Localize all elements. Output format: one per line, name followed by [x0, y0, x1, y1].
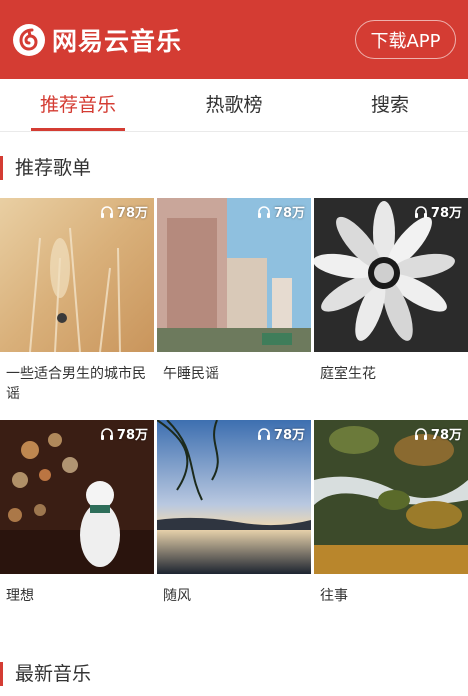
- playlist-title: 理想: [6, 588, 34, 604]
- play-count-text: 78万: [273, 206, 305, 221]
- headphones-icon: [414, 428, 427, 440]
- play-count-text: 78万: [116, 206, 148, 221]
- playlist-card[interactable]: 78万 庭室生花: [314, 198, 468, 384]
- headphones-icon: [100, 428, 113, 440]
- play-count: 78万: [100, 202, 148, 221]
- section-title-recommended: 推荐歌单: [0, 156, 91, 180]
- playlist-title: 庭室生花: [320, 366, 376, 382]
- logo[interactable]: 网易云音乐: [12, 20, 182, 60]
- playlist-title: 午睡民谣: [163, 366, 219, 382]
- playlist-card[interactable]: 78万 一些适合男生的城市民谣: [0, 198, 154, 404]
- playlist-title: 往事: [320, 588, 348, 604]
- playlist-cover: 78万: [157, 198, 311, 352]
- play-count: 78万: [257, 424, 305, 443]
- headphones-icon: [257, 206, 270, 218]
- play-count: 78万: [257, 202, 305, 221]
- section-title-newest: 最新音乐: [0, 662, 91, 686]
- playlist-cover: 78万: [314, 420, 468, 574]
- tab-recommended-music[interactable]: 推荐音乐: [0, 79, 156, 131]
- play-count: 78万: [414, 202, 462, 221]
- playlist-card[interactable]: 78万 午睡民谣: [157, 198, 311, 384]
- playlist-cover-image: [0, 420, 154, 574]
- playlist-card[interactable]: 78万 往事: [314, 420, 468, 606]
- logo-text: 网易云音乐: [52, 27, 183, 56]
- play-count-text: 78万: [430, 428, 462, 443]
- playlist-title: 随风: [163, 588, 191, 604]
- playlist-cover-image: [314, 198, 468, 352]
- playlist-title: 一些适合男生的城市民谣: [6, 366, 146, 402]
- playlist-cover: 78万: [0, 420, 154, 574]
- tab-search[interactable]: 搜索: [312, 79, 468, 131]
- playlist-cover-image: [157, 198, 311, 352]
- playlist-cover-image: [157, 420, 311, 574]
- play-count-text: 78万: [430, 206, 462, 221]
- play-count-text: 78万: [116, 428, 148, 443]
- playlist-cover-image: [0, 198, 154, 352]
- headphones-icon: [100, 206, 113, 218]
- app-header: 网易云音乐 下载APP: [0, 0, 468, 79]
- nav-tabs: 推荐音乐 热歌榜 搜索: [0, 79, 468, 132]
- playlist-cover: 78万: [157, 420, 311, 574]
- playlist-cover-image: [314, 420, 468, 574]
- play-count-text: 78万: [273, 428, 305, 443]
- headphones-icon: [257, 428, 270, 440]
- headphones-icon: [414, 206, 427, 218]
- tab-hot-songs[interactable]: 热歌榜: [156, 79, 312, 131]
- playlist-card[interactable]: 78万 理想: [0, 420, 154, 606]
- play-count: 78万: [414, 424, 462, 443]
- playlist-cover: 78万: [0, 198, 154, 352]
- play-count: 78万: [100, 424, 148, 443]
- playlist-cover: 78万: [314, 198, 468, 352]
- netease-music-logo-icon: [13, 24, 45, 56]
- download-app-button[interactable]: 下载APP: [355, 20, 456, 59]
- playlist-card[interactable]: 78万 随风: [157, 420, 311, 606]
